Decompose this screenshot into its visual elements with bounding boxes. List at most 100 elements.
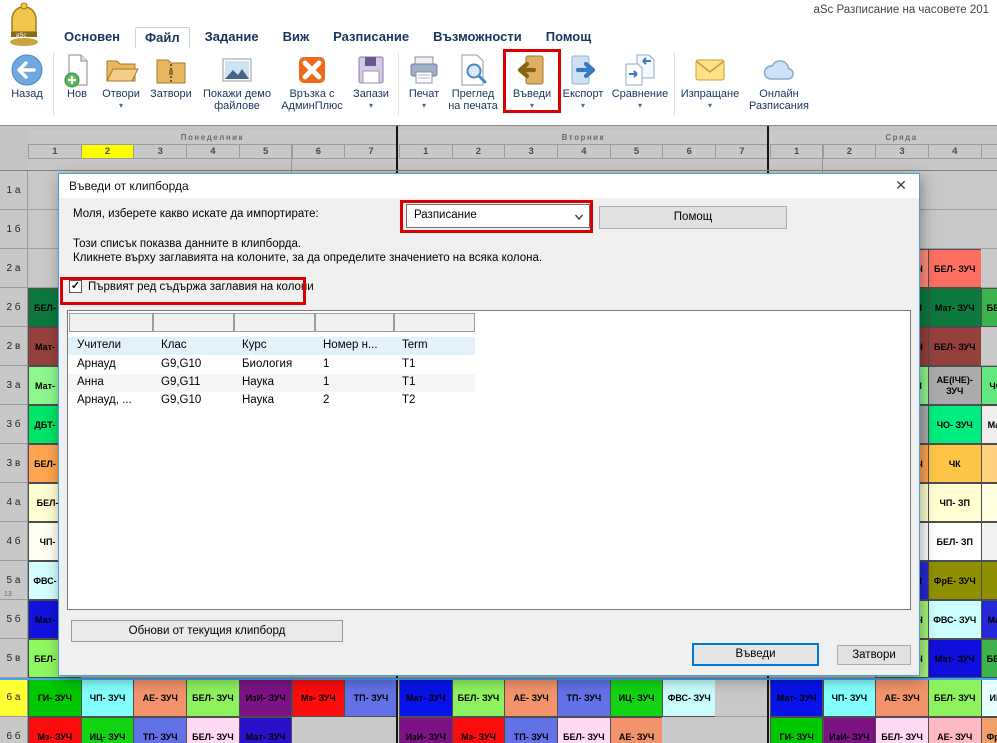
timetable-cell[interactable]: Мат- ЗУЧ: [239, 717, 293, 743]
timetable-cell[interactable]: ТП- ЗУЧ: [504, 717, 558, 743]
timetable-cell[interactable]: ИзИ- ЗУЧ: [399, 717, 453, 743]
column-label[interactable]: Клас: [161, 339, 187, 351]
column-label[interactable]: Номер н...: [323, 339, 378, 351]
timetable-cell[interactable]: [928, 171, 982, 210]
timetable-cell[interactable]: АЕ- ЗУЧ: [504, 678, 558, 717]
timetable-cell[interactable]: ЧП- ЗУЧ: [81, 678, 135, 717]
period-header[interactable]: 2: [81, 145, 135, 159]
timetable-cell[interactable]: АЕ- ЗУЧ: [610, 717, 664, 743]
timetable-cell[interactable]: БЕЛ- ЗУЧ: [875, 717, 929, 743]
toolbar-button-compare[interactable]: Сравнение▾: [609, 50, 671, 110]
period-header[interactable]: 7: [344, 145, 398, 159]
toolbar-button-import[interactable]: Въведи▾: [507, 50, 557, 110]
clipboard-data-list[interactable]: Учители Клас Курс Номер н... Term АрнаудG9,G1…: [67, 310, 911, 610]
period-header[interactable]: 4: [186, 145, 240, 159]
toolbar-button-closef[interactable]: Затвори: [145, 50, 197, 100]
toolbar-button-new[interactable]: Нов: [57, 50, 97, 100]
dialog-close-icon[interactable]: ✕: [892, 177, 910, 194]
timetable-cell[interactable]: ЧК: [928, 444, 982, 483]
timetable-cell[interactable]: [981, 561, 997, 600]
column-header-box[interactable]: [394, 313, 475, 332]
period-header[interactable]: 3: [133, 145, 187, 159]
timetable-cell[interactable]: Мат- ЗУЧ: [399, 678, 453, 717]
timetable-cell[interactable]: [292, 717, 346, 743]
timetable-cell[interactable]: ГИ- ЗУЧ: [28, 678, 82, 717]
toolbar-button-open[interactable]: Отвори▾: [97, 50, 145, 110]
timetable-cell[interactable]: [981, 171, 997, 210]
period-header[interactable]: 4: [557, 145, 611, 159]
timetable-cell[interactable]: Мз- ЗУЧ: [452, 717, 506, 743]
timetable-cell[interactable]: БЕЛ- ЗУЧ: [928, 327, 982, 366]
timetable-cell[interactable]: Мат- ЗУЧ: [981, 600, 997, 639]
period-header[interactable]: 5: [981, 145, 997, 159]
timetable-cell[interactable]: [981, 249, 997, 288]
timetable-cell[interactable]: ФВС- ЗУЧ: [662, 678, 716, 717]
timetable-cell[interactable]: ЧП- ЗУЧ: [823, 678, 877, 717]
period-header[interactable]: 2: [823, 145, 877, 159]
column-label[interactable]: Учители: [77, 339, 121, 351]
period-header[interactable]: 3: [504, 145, 558, 159]
refresh-from-clipboard-button[interactable]: Обнови от текущия клипборд: [71, 620, 343, 642]
period-header[interactable]: 1: [399, 145, 453, 159]
timetable-cell[interactable]: [981, 483, 997, 522]
timetable-cell[interactable]: БЕЛ- ЗУЧ: [557, 717, 611, 743]
period-header[interactable]: 6: [662, 145, 716, 159]
timetable-cell[interactable]: [715, 717, 769, 743]
help-button[interactable]: Помощ: [599, 206, 787, 229]
timetable-cell[interactable]: [715, 678, 769, 717]
close-button[interactable]: Затвори: [837, 645, 911, 665]
column-header-box[interactable]: [69, 313, 153, 332]
timetable-cell[interactable]: Мат- ЗУЧ: [928, 639, 982, 678]
menu-tab[interactable]: Файл: [135, 27, 190, 48]
timetable-cell[interactable]: ЧП- ЗП: [928, 483, 982, 522]
timetable-cell[interactable]: ИЦ- ЗУЧ: [81, 717, 135, 743]
period-header[interactable]: 6: [292, 145, 346, 159]
menu-tab[interactable]: Помощ: [537, 27, 600, 48]
timetable-cell[interactable]: АЕ(IЧЕ)- ЗУЧ: [928, 366, 982, 405]
column-label[interactable]: Курс: [242, 339, 266, 351]
toolbar-button-demo[interactable]: Покажи демофайлове: [197, 50, 277, 112]
toolbar-button-back[interactable]: Назад: [4, 50, 50, 100]
timetable-cell[interactable]: Мат- ЗУЧ: [928, 288, 982, 327]
timetable-cell[interactable]: ИЦ- ЗУЧ: [981, 678, 997, 717]
timetable-cell[interactable]: АЕ- ЗУЧ: [875, 678, 929, 717]
timetable-cell[interactable]: Мз- ЗУЧ: [28, 717, 82, 743]
timetable-cell[interactable]: Мат- ЗУЧ: [770, 678, 824, 717]
column-header-box[interactable]: [315, 313, 394, 332]
toolbar-button-cloud[interactable]: ОнлайнРазписания: [742, 50, 816, 112]
toolbar-button-print[interactable]: Печат▾: [402, 50, 446, 110]
menu-tab[interactable]: Възможности: [424, 27, 531, 48]
first-row-headers-checkbox[interactable]: ✓: [69, 280, 82, 293]
timetable-cell[interactable]: БЕЛ- ЗУЧ: [981, 639, 997, 678]
timetable-cell[interactable]: ИзИ- ЗУЧ: [823, 717, 877, 743]
menu-tab[interactable]: Задание: [196, 27, 268, 48]
timetable-cell[interactable]: ИзИ- ЗУЧ: [239, 678, 293, 717]
period-header[interactable]: 4: [928, 145, 982, 159]
toolbar-button-export[interactable]: Експорт▾: [557, 50, 609, 110]
timetable-cell[interactable]: [981, 444, 997, 483]
menu-tab[interactable]: Разписание: [324, 27, 418, 48]
timetable-cell[interactable]: ФрЕ- ЗУЧ: [928, 561, 982, 600]
timetable-cell[interactable]: Мз- ЗУЧ: [292, 678, 346, 717]
timetable-cell[interactable]: БЕЛ- ЗП: [928, 522, 982, 561]
timetable-cell[interactable]: АЕ- ЗУЧ: [133, 678, 187, 717]
timetable-cell[interactable]: БЕЛ- ЗУЧ: [452, 678, 506, 717]
timetable-cell[interactable]: БЕЛ- ЗУЧ: [928, 249, 982, 288]
period-header[interactable]: 1: [28, 145, 82, 159]
timetable-cell[interactable]: ЧО- ЗУЧ: [928, 405, 982, 444]
period-header[interactable]: 1: [770, 145, 824, 159]
table-row[interactable]: АннаG9,G11Наука1T1: [68, 374, 475, 392]
import-type-dropdown[interactable]: Разписание: [406, 204, 590, 228]
timetable-cell[interactable]: ТП- ЗУЧ: [557, 678, 611, 717]
table-row[interactable]: Арнауд, ...G9,G10Наука2T2: [68, 392, 475, 410]
timetable-cell[interactable]: ГИ- ЗУЧ: [770, 717, 824, 743]
timetable-cell[interactable]: [344, 717, 398, 743]
timetable-cell[interactable]: [662, 717, 716, 743]
app-logo[interactable]: aSc: [4, 1, 44, 47]
timetable-cell[interactable]: АЕ- ЗУЧ: [928, 717, 982, 743]
table-row[interactable]: АрнаудG9,G10Биология1T1: [68, 356, 475, 374]
timetable-cell[interactable]: [981, 210, 997, 249]
timetable-cell[interactable]: БЕЛ- ЗУЧ: [186, 717, 240, 743]
toolbar-button-save[interactable]: Запази▾: [347, 50, 395, 110]
column-label[interactable]: Term: [402, 339, 428, 351]
